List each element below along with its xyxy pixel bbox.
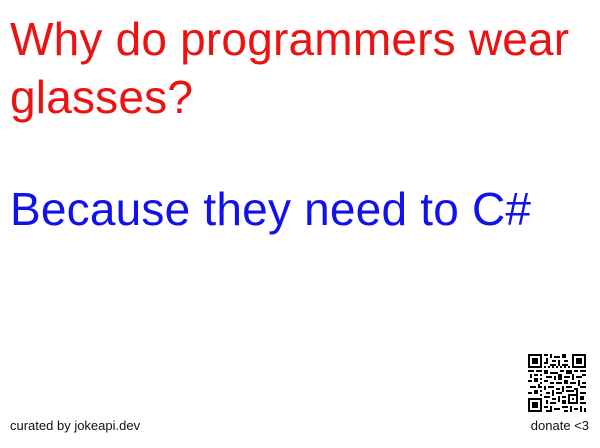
qr-code-icon[interactable] — [528, 354, 586, 412]
joke-setup: Why do programmers wear glasses? — [10, 13, 570, 123]
jokeapi-credit-link[interactable]: curated by jokeapi.dev — [10, 418, 140, 434]
donate-link[interactable]: donate <3 — [531, 418, 589, 434]
joke-punchline: Because they need to C# — [10, 183, 532, 235]
